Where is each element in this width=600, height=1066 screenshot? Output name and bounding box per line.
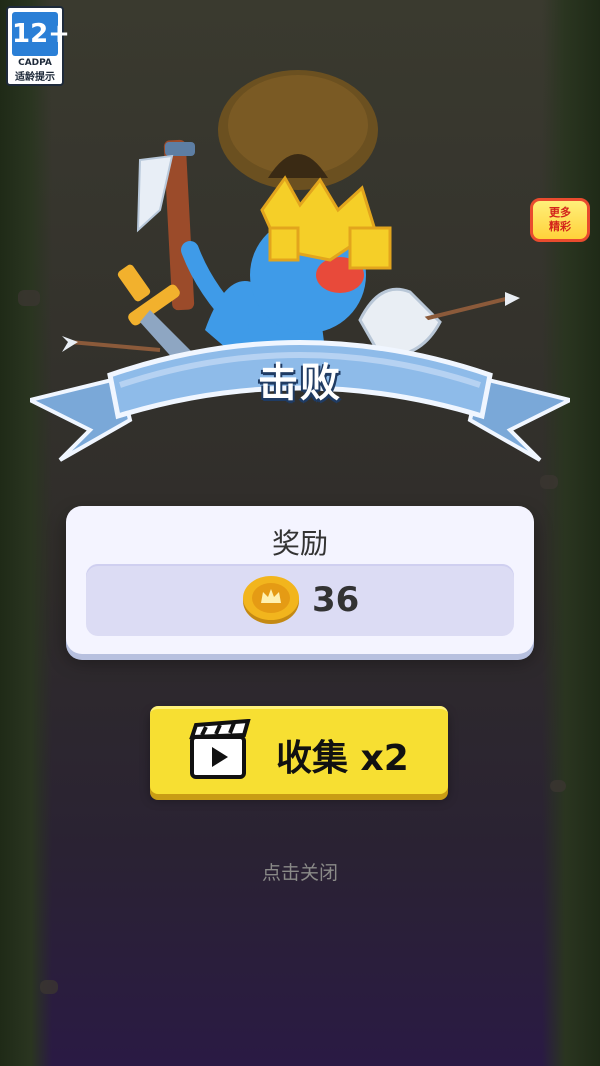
pickaxe-icon xyxy=(136,139,195,311)
rock xyxy=(550,780,566,792)
result-title: 击败 xyxy=(258,360,342,406)
reward-box: 36 xyxy=(86,564,514,636)
collect-double-button[interactable]: 收集 x2 xyxy=(150,706,448,794)
reward-title: 奖励 xyxy=(271,527,328,560)
clapperboard-icon xyxy=(189,719,251,779)
collect-button-label: 收集 x2 xyxy=(276,738,409,779)
coin-icon xyxy=(243,576,299,624)
crown-icon xyxy=(260,175,392,270)
age-rating-number: 12+ xyxy=(12,12,70,56)
reward-card: 奖励 36 xyxy=(66,506,534,654)
coin-amount: 36 xyxy=(312,580,360,620)
rock xyxy=(40,980,58,994)
tap-to-close[interactable]: 点击关闭 xyxy=(0,858,600,885)
